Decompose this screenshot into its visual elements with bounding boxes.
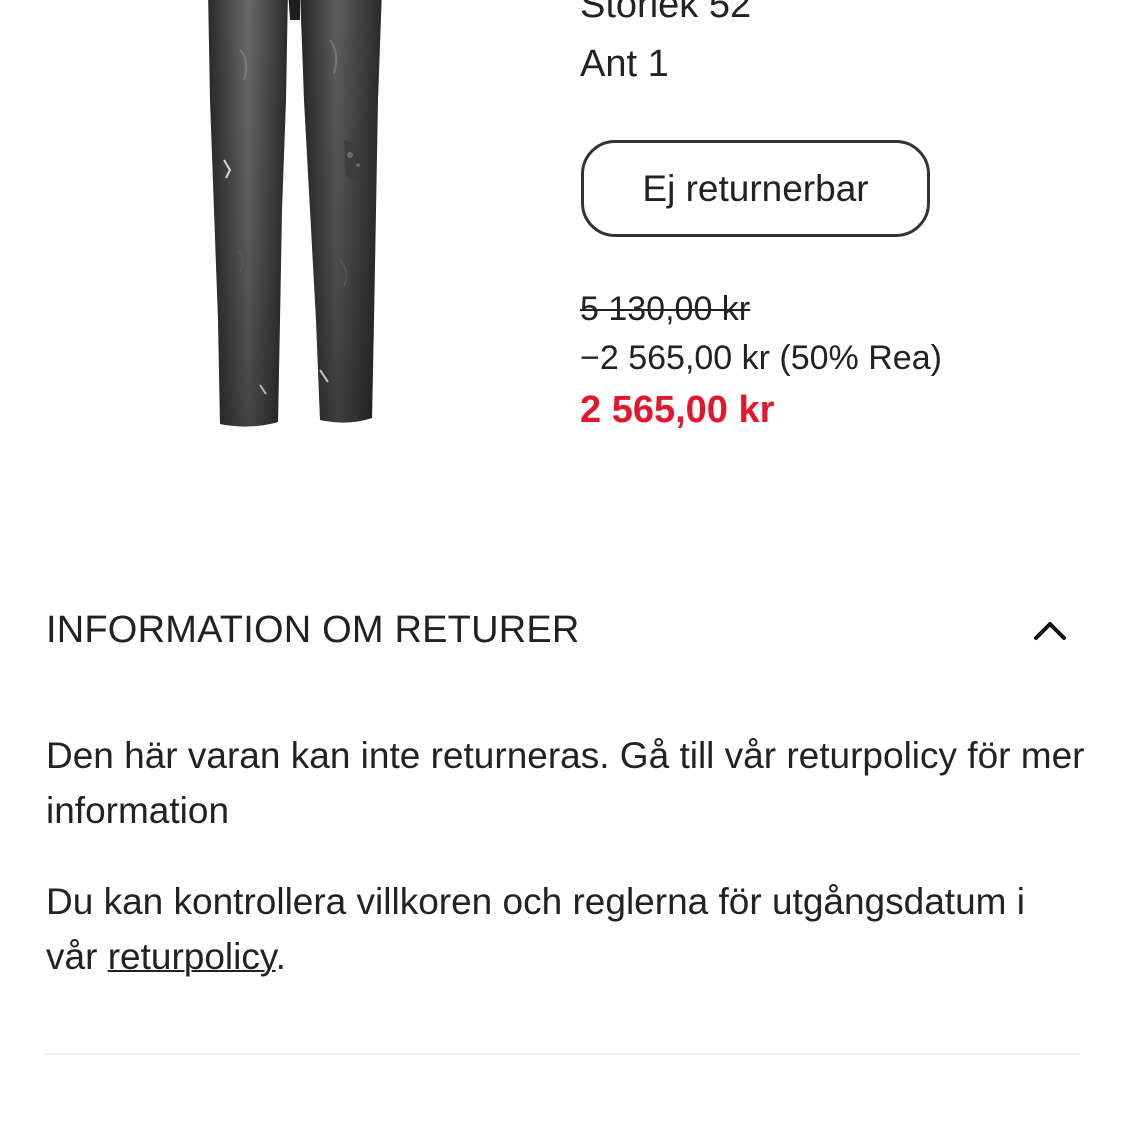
final-price: 2 565,00 kr bbox=[580, 389, 775, 431]
discount-price: −2 565,00 kr (50% Rea) bbox=[580, 339, 942, 377]
return-policy-link[interactable]: returpolicy bbox=[108, 936, 276, 977]
return-status-badge: Ej returnerbar bbox=[581, 140, 930, 237]
size-label: Storlek 52 bbox=[580, 0, 752, 26]
returns-policy-paragraph: Du kan kontrollera villkoren och reglern… bbox=[46, 874, 1086, 984]
returns-section-header[interactable]: INFORMATION OM RETURER bbox=[46, 600, 1080, 660]
returns-section-title: INFORMATION OM RETURER bbox=[46, 608, 580, 651]
returns-section-body: Den här varan kan inte returneras. Gå ti… bbox=[46, 728, 1086, 1020]
quantity-label: Ant 1 bbox=[580, 43, 669, 85]
original-price: 5 130,00 kr bbox=[580, 290, 751, 328]
returns-policy-suffix: . bbox=[275, 936, 286, 977]
returns-info-paragraph: Den här varan kan inte returneras. Gå ti… bbox=[46, 735, 1085, 831]
section-divider bbox=[46, 1053, 1080, 1055]
product-image[interactable] bbox=[200, 0, 390, 430]
chevron-up-icon[interactable] bbox=[1030, 610, 1070, 650]
